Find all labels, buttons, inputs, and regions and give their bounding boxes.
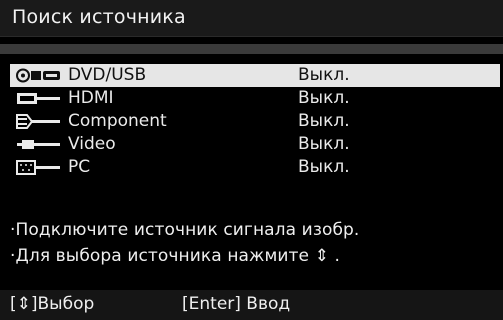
- screen-title: Поиск источника: [12, 6, 186, 28]
- component-icon: [16, 114, 68, 129]
- select-hint: [⇕]Выбор: [10, 294, 95, 314]
- select-source-message: ·Для выбора источника нажмите ⇕ .: [10, 246, 340, 266]
- top-divider: [0, 44, 503, 54]
- source-status: Выкл.: [298, 88, 350, 108]
- enter-hint: [Enter] Ввод: [182, 294, 291, 314]
- source-status: Выкл.: [298, 157, 350, 177]
- dvd-usb-icon: [16, 68, 68, 83]
- source-name: DVD/USB: [68, 65, 147, 85]
- source-search-screen: Поиск источника DVD/USB Выкл. HDMI Выкл.…: [0, 0, 503, 320]
- source-row-hdmi[interactable]: HDMI Выкл.: [10, 87, 500, 110]
- source-name: Video: [68, 134, 116, 154]
- hdmi-icon: [16, 91, 68, 106]
- source-list: DVD/USB Выкл. HDMI Выкл. Component Выкл.…: [10, 64, 500, 179]
- title-bar: Поиск источника: [0, 0, 503, 37]
- source-name: HDMI: [68, 88, 114, 108]
- pc-icon: [16, 160, 68, 175]
- source-name: PC: [68, 157, 91, 177]
- footer-hints: [⇕]Выбор [Enter] Ввод: [0, 290, 503, 320]
- video-icon: [16, 137, 68, 152]
- source-status: Выкл.: [298, 111, 350, 131]
- source-name: Component: [68, 111, 167, 131]
- source-row-dvd-usb[interactable]: DVD/USB Выкл.: [10, 64, 500, 87]
- source-status: Выкл.: [298, 65, 350, 85]
- source-row-component[interactable]: Component Выкл.: [10, 110, 500, 133]
- connect-source-message: ·Подключите источник сигнала изобр.: [10, 220, 360, 240]
- source-row-video[interactable]: Video Выкл.: [10, 133, 500, 156]
- source-status: Выкл.: [298, 134, 350, 154]
- source-row-pc[interactable]: PC Выкл.: [10, 156, 500, 179]
